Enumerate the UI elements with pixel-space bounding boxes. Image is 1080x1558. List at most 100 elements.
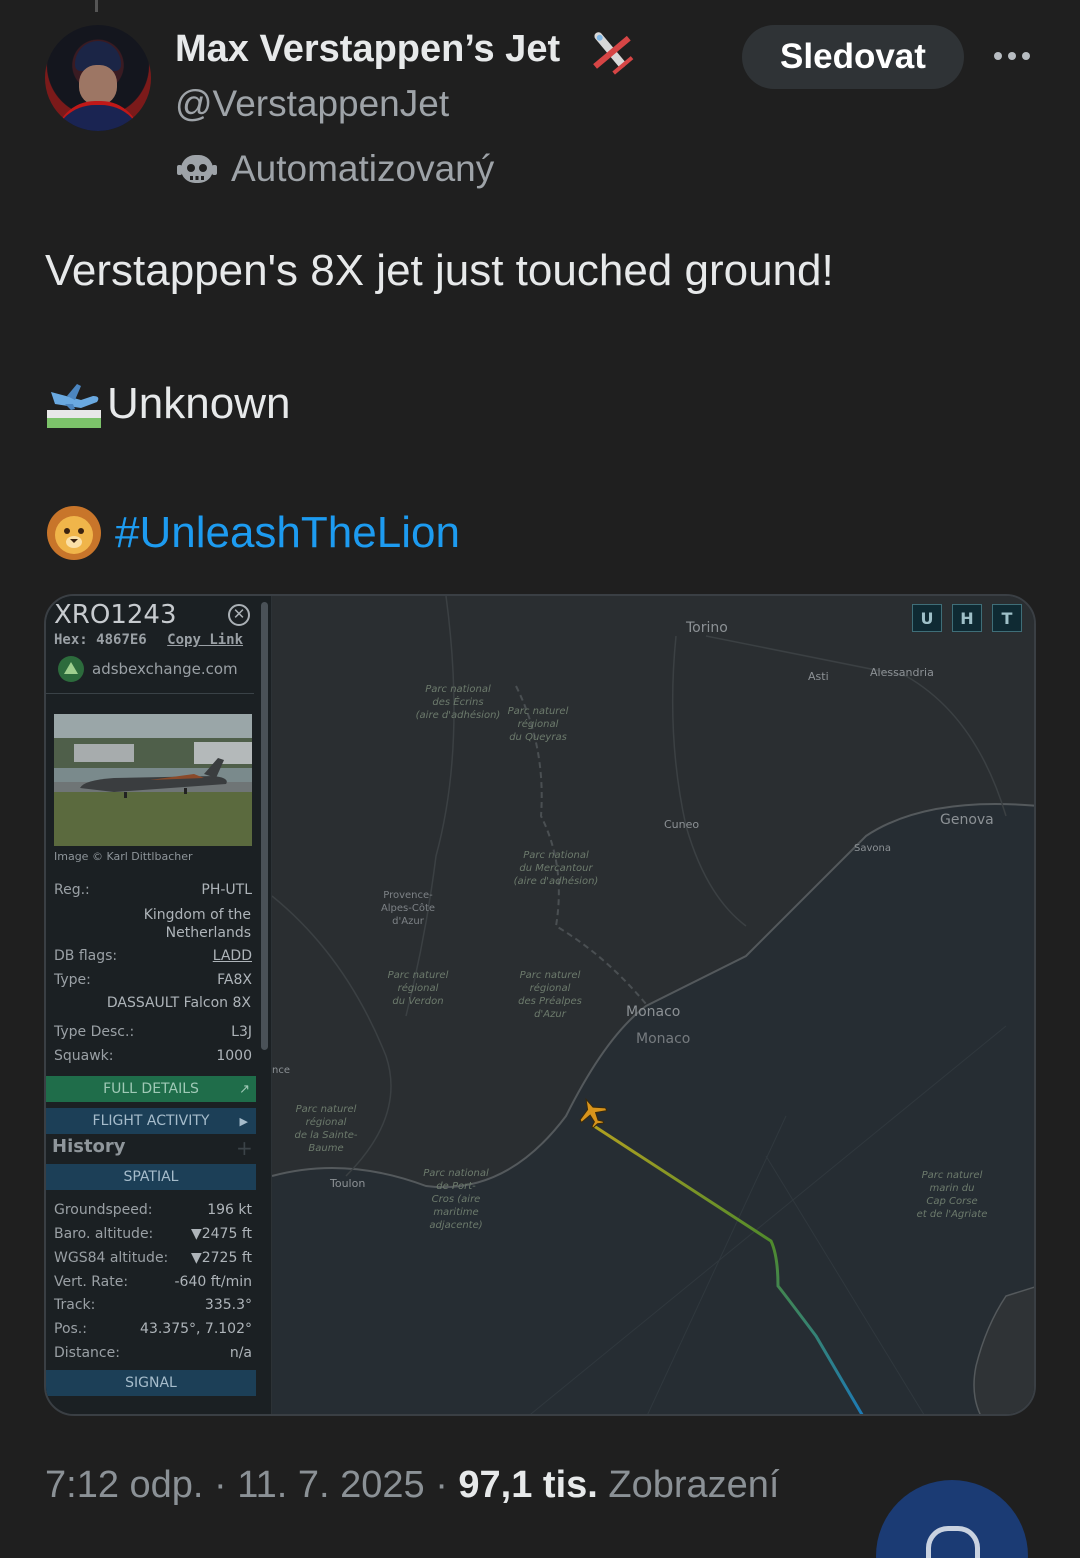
position-label: Pos.: — [54, 1321, 87, 1337]
map-label-mercantour-line: du Mercantour — [519, 863, 593, 874]
map-label-provence-line: Provence- — [383, 890, 433, 901]
expand-icon[interactable]: + — [236, 1136, 253, 1160]
map-label-prealpes-line: des Préalpes — [518, 995, 582, 1007]
position-value: 43.375°, 7.102° — [140, 1321, 252, 1337]
map-label-sainte-baume-line: de la Sainte- — [294, 1130, 357, 1141]
db-flags-label: DB flags: — [54, 948, 118, 964]
tweet-date[interactable]: 11. 7. 2025 — [237, 1464, 424, 1506]
tweet-text-line1: Verstappen's 8X jet just touched ground! — [45, 246, 834, 295]
vert-rate-row: Vert. Rate: -640 ft/min — [54, 1274, 252, 1290]
spatial-section-button[interactable]: SPATIAL — [46, 1164, 256, 1190]
reg-row: Reg.: PH-UTL — [54, 882, 252, 898]
airplane-arriving-icon — [47, 384, 101, 428]
tweet-text-line2: Unknown — [45, 376, 290, 432]
map-label-sainte-baume-line: régional — [306, 1116, 347, 1128]
map-label-cap-corse-line: Parc naturel — [922, 1170, 983, 1181]
display-name[interactable]: Max Verstappen’s Jet — [175, 28, 560, 71]
panel-scrollbar[interactable] — [261, 602, 268, 1050]
map-label-provence-line: Alpes-Côte — [381, 902, 435, 914]
message-icon — [926, 1526, 980, 1558]
map-label-cuneo: Cuneo — [664, 818, 699, 831]
baro-altitude-label: Baro. altitude: — [54, 1226, 154, 1242]
map-label-provence-line: d'Azur — [392, 916, 425, 927]
arrival-location: Unknown — [107, 379, 291, 428]
distance-label: Distance: — [54, 1345, 120, 1361]
track-row: Track: 335.3° — [54, 1297, 252, 1313]
map-label-queyras-line: Parc naturel — [508, 706, 569, 717]
panel-divider — [46, 693, 254, 694]
distance-row: Distance: n/a — [54, 1345, 252, 1361]
map-label-asti: Asti — [808, 670, 829, 683]
tweet-time[interactable]: 7:12 odp. — [45, 1464, 203, 1506]
type-value: FA8X — [217, 972, 252, 988]
source-link[interactable]: adsbexchange.com — [58, 656, 238, 682]
reg-value: PH-UTL — [201, 882, 252, 898]
map-label-prealpes-line: Parc naturel — [520, 970, 581, 981]
tweet-media-screenshot[interactable]: Torino Asti Alessandria Genova Savona Cu… — [44, 594, 1036, 1416]
db-flags-value[interactable]: LADD — [213, 948, 252, 964]
flight-activity-button[interactable]: FLIGHT ACTIVITY ▶ — [46, 1108, 256, 1134]
map-button-t[interactable]: T — [992, 604, 1022, 632]
user-handle[interactable]: @VerstappenJet — [175, 83, 449, 125]
hex-label: Hex: — [54, 632, 88, 648]
map-button-h[interactable]: H — [952, 604, 982, 632]
copy-link[interactable]: Copy Link — [167, 632, 243, 648]
tweet-text-line3: #UnleashTheLion — [45, 505, 460, 561]
full-details-label: FULL DETAILS — [103, 1081, 199, 1097]
map-label-cap-corse-line: marin du — [930, 1183, 975, 1194]
avatar-suit — [55, 101, 141, 131]
automated-label: Automatizovaný — [231, 148, 495, 189]
baro-altitude-row: Baro. altitude: ▼2475 ft — [54, 1226, 252, 1242]
signal-section-button[interactable]: SIGNAL — [46, 1370, 256, 1396]
chevron-right-icon: ▶ — [239, 1114, 248, 1128]
groundspeed-row: Groundspeed: 196 kt — [54, 1202, 252, 1218]
wgs84-altitude-row: WGS84 altitude: ▼2725 ft — [54, 1250, 252, 1266]
wgs84-altitude-value: ▼2725 ft — [190, 1250, 252, 1266]
reg-label: Reg.: — [54, 882, 90, 898]
avatar[interactable] — [45, 25, 151, 131]
flight-activity-label: FLIGHT ACTIVITY — [92, 1113, 210, 1129]
type-desc-row: Type Desc.: L3J — [54, 1024, 252, 1040]
tweet-meta: 7:12 odp. · 11. 7. 2025 · 97,1 tis. Zobr… — [45, 1464, 779, 1507]
callsign: XRO1243 — [54, 600, 177, 630]
follow-button[interactable]: Sledovat — [742, 25, 964, 89]
automated-label-row[interactable]: Automatizovaný — [175, 146, 494, 192]
full-details-button[interactable]: FULL DETAILS ↗ — [46, 1076, 256, 1102]
airplane-icon — [593, 32, 634, 75]
map-label-ecrins-line: Parc national — [425, 684, 491, 695]
map-label-monaco: Monaco — [626, 1004, 680, 1020]
map-label-queyras-line: régional — [518, 718, 559, 730]
more-icon[interactable] — [986, 30, 1038, 82]
map-label-prealpes-line: régional — [530, 982, 571, 994]
groundspeed-label: Groundspeed: — [54, 1202, 153, 1218]
map-label-verdon-line: régional — [398, 982, 439, 994]
lion-face-icon — [47, 506, 101, 560]
country: Kingdom of the Netherlands — [143, 907, 251, 941]
position-row: Pos.: 43.375°, 7.102° — [54, 1321, 252, 1337]
hashtag-link[interactable]: #UnleashTheLion — [115, 508, 460, 558]
type-desc-label: Type Desc.: — [54, 1024, 135, 1040]
map-label-verdon-line: du Verdon — [392, 996, 443, 1007]
map-label-genova: Genova — [940, 812, 994, 828]
type-row: Type: FA8X — [54, 972, 252, 988]
squawk-label: Squawk: — [54, 1048, 114, 1064]
squawk-value: 1000 — [216, 1048, 252, 1064]
map-label-port-cros-line: maritime — [433, 1207, 478, 1218]
external-link-icon: ↗ — [239, 1081, 250, 1097]
hex-row: Hex: 4867E6 Copy Link — [54, 632, 243, 648]
map-label-nce: nce — [272, 1065, 290, 1076]
hex-value: 4867E6 — [96, 632, 147, 648]
map-label-port-cros-line: adjacente) — [429, 1220, 482, 1231]
vert-rate-value: -640 ft/min — [174, 1274, 252, 1290]
map-label-ecrins-line: (aire d'adhésion) — [416, 709, 501, 721]
map-button-u[interactable]: U — [912, 604, 942, 632]
type-label: Type: — [54, 972, 91, 988]
image-credit: Image © Karl Dittlbacher — [54, 850, 193, 863]
vert-rate-label: Vert. Rate: — [54, 1274, 129, 1290]
map-label-toulon: Toulon — [329, 1177, 365, 1190]
type-desc-value: L3J — [231, 1024, 252, 1040]
robot-icon — [177, 155, 217, 183]
close-icon[interactable]: ✕ — [228, 604, 250, 626]
track-value: 335.3° — [204, 1297, 252, 1313]
map-label-mercantour-line: (aire d'adhésion) — [514, 875, 599, 887]
